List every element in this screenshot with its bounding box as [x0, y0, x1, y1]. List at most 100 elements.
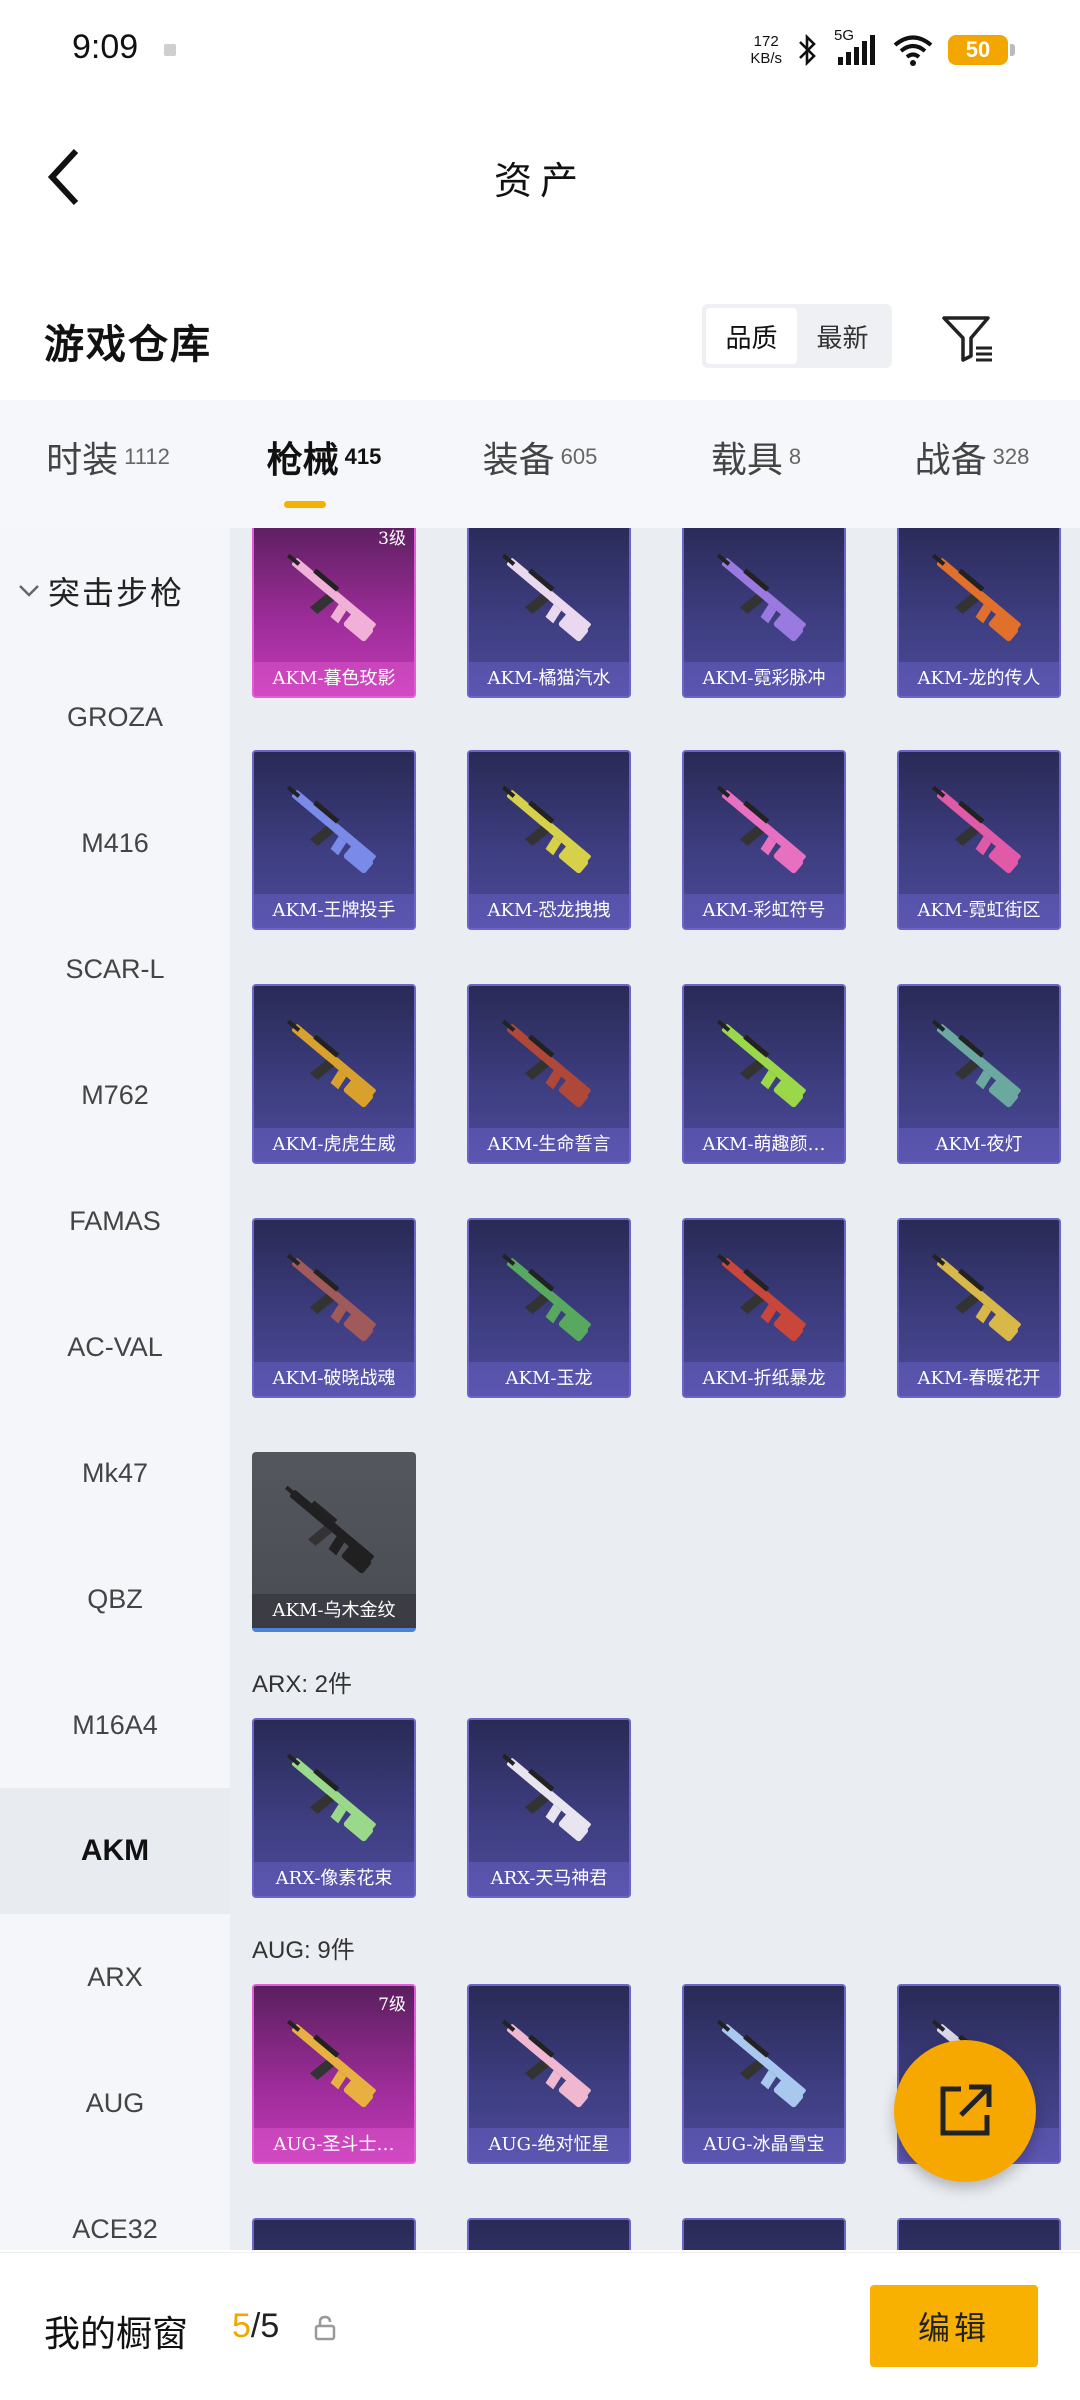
skin-card-akm[interactable]: AKM-王牌投手 — [252, 750, 416, 930]
skin-name: AKM-折纸暴龙 — [684, 1362, 844, 1396]
filter-icon — [942, 316, 992, 362]
showcase-count: 5/5 — [232, 2307, 280, 2345]
skin-card-partial[interactable] — [252, 2218, 416, 2250]
status-icons: 172 KB/s 5G 50 — [750, 26, 1015, 74]
page-title: 资产 — [493, 159, 586, 203]
net-speed: 172 KB/s — [750, 33, 782, 67]
skin-name: AKM-暮色玫影 — [254, 662, 414, 696]
skin-name: AKM-龙的传人 — [899, 662, 1059, 696]
skin-card-akm[interactable]: AKM-春暖花开 — [897, 1218, 1061, 1398]
skin-name: AUG-冰晶雪宝 — [684, 2128, 844, 2162]
battery-indicator: 50 — [948, 35, 1015, 65]
skin-card-akm[interactable]: AKM-霓彩脉冲 — [682, 528, 846, 698]
sidebar-item-scar-l[interactable]: SCAR-L — [0, 906, 230, 1032]
showcase-bar: 我的橱窗 5/5 编辑 — [0, 2252, 1080, 2400]
skin-card-akm[interactable]: AKM-橘猫汽水 — [467, 528, 631, 698]
weapon-skin-grid: 3级 AKM-暮色玫影 AKM-橘猫汽水 AKM-霓彩脉冲 AKM-龙的传人 AKM-王牌… — [230, 528, 1080, 2250]
edit-button[interactable]: 编辑 — [870, 2285, 1038, 2367]
skin-card-aug[interactable]: AUG-绝对怔星 — [467, 1984, 631, 2164]
weapon-image — [286, 1253, 376, 1342]
sidebar-item-m416[interactable]: M416 — [0, 780, 230, 906]
external-link-icon — [940, 2084, 992, 2136]
showcase-label: 我的橱窗 — [44, 2314, 189, 2355]
skin-card-akm[interactable]: AKM-恐龙拽拽 — [467, 750, 631, 930]
sort-by-newest-button[interactable]: 最新 — [797, 308, 888, 364]
chevron-down-icon — [19, 585, 39, 597]
app-header: 资产 — [0, 100, 1080, 250]
skin-card-aug[interactable]: AUG-冰晶雪宝 — [682, 1984, 846, 2164]
group-label-arx: ARX: 2件 — [252, 1671, 353, 1698]
skin-name: AKM-橘猫汽水 — [469, 662, 629, 696]
sidebar-item-qbz[interactable]: QBZ — [0, 1536, 230, 1662]
filter-button[interactable] — [938, 308, 998, 368]
skin-card-akm[interactable]: AKM-生命誓言 — [467, 984, 631, 1164]
tab-fashion[interactable]: 时装 1112 — [0, 400, 216, 528]
tab-equipment[interactable]: 装备 605 — [432, 400, 648, 528]
skin-name: AKM-恐龙拽拽 — [469, 894, 629, 928]
skin-card-akm[interactable]: AKM-霓虹街区 — [897, 750, 1061, 930]
bluetooth-icon — [799, 33, 816, 67]
tab-battle-gear[interactable]: 战备 328 — [864, 400, 1080, 528]
weapon-image — [286, 2019, 376, 2108]
weapon-image — [716, 2019, 806, 2108]
skin-name: AKM-夜灯 — [899, 1128, 1059, 1162]
skin-card-partial[interactable] — [467, 2218, 631, 2250]
sidebar-item-groza[interactable]: GROZA — [0, 654, 230, 780]
weapon-image — [501, 553, 591, 642]
weapon-image — [931, 1253, 1021, 1342]
skin-card-akm[interactable]: AKM-破晓战魂 — [252, 1218, 416, 1398]
skin-card-partial[interactable] — [897, 2218, 1061, 2250]
skin-card-akm[interactable]: AKM-龙的传人 — [897, 528, 1061, 698]
sidebar-item-mk47[interactable]: Mk47 — [0, 1410, 230, 1536]
skin-name: AKM-彩虹符号 — [684, 894, 844, 928]
tab-firearms[interactable]: 枪械 415 — [216, 400, 432, 528]
sidebar-item-famas[interactable]: FAMAS — [0, 1158, 230, 1284]
skin-card-akm[interactable]: AKM-乌木金纹 — [252, 1452, 416, 1632]
active-tab-indicator — [284, 501, 326, 508]
skin-name: AKM-霓虹街区 — [899, 894, 1059, 928]
skin-name: ARX-天马神君 — [469, 1862, 629, 1896]
sidebar-item-akm[interactable]: AKM — [0, 1788, 230, 1914]
skin-name: AKM-乌木金纹 — [252, 1594, 416, 1628]
sort-by-quality-button[interactable]: 品质 — [706, 308, 797, 364]
level-badge: 3级 — [378, 529, 406, 549]
sidebar-item-ace32[interactable]: ACE32 — [0, 2166, 230, 2250]
skin-card-akm[interactable]: AKM-夜灯 — [897, 984, 1061, 1164]
weapon-sidebar: 突击步枪 GROZA M416 SCAR-L M762 FAMAS AC-VAL… — [0, 528, 230, 2250]
skin-card-aug[interactable]: 7级 AUG-圣斗士… — [252, 1984, 416, 2164]
weapon-image — [931, 1019, 1021, 1108]
skin-card-akm[interactable]: AKM-萌趣颜… — [682, 984, 846, 1164]
share-button[interactable] — [894, 2040, 1036, 2182]
sidebar-category-assault-rifles[interactable]: 突击步枪 — [0, 528, 230, 654]
skin-card-arx[interactable]: ARX-像素花束 — [252, 1718, 416, 1898]
skin-name: AKM-玉龙 — [469, 1362, 629, 1396]
weapon-image — [501, 1253, 591, 1342]
skin-card-akm[interactable]: AKM-折纸暴龙 — [682, 1218, 846, 1398]
weapon-image — [501, 785, 591, 874]
cellular-signal-icon: 5G — [834, 27, 878, 67]
skin-card-akm[interactable]: AKM-虎虎生威 — [252, 984, 416, 1164]
level-badge: 7级 — [378, 1995, 406, 2015]
skin-name: AUG-绝对怔星 — [469, 2128, 629, 2162]
sidebar-item-arx[interactable]: ARX — [0, 1914, 230, 2040]
sidebar-item-m16a4[interactable]: M16A4 — [0, 1662, 230, 1788]
skin-card-akm[interactable]: 3级 AKM-暮色玫影 — [252, 528, 416, 698]
skin-name: AKM-虎虎生威 — [254, 1128, 414, 1162]
weapon-image — [286, 553, 376, 642]
skin-card-akm[interactable]: AKM-彩虹符号 — [682, 750, 846, 930]
skin-card-arx[interactable]: ARX-天马神君 — [467, 1718, 631, 1898]
skin-name: AKM-萌趣颜… — [684, 1128, 844, 1162]
category-tabs: 时装 1112 枪械 415 装备 605 载具 8 战备 328 — [0, 400, 1080, 528]
skin-card-akm[interactable]: AKM-玉龙 — [467, 1218, 631, 1398]
sidebar-item-ac-val[interactable]: AC-VAL — [0, 1284, 230, 1410]
section-title: 游戏仓库 — [44, 321, 212, 368]
skin-name: AKM-王牌投手 — [254, 894, 414, 928]
sidebar-item-m762[interactable]: M762 — [0, 1032, 230, 1158]
status-time: 9:09 — [72, 28, 139, 66]
weapon-image — [501, 2019, 591, 2108]
sidebar-item-aug[interactable]: AUG — [0, 2040, 230, 2166]
tab-vehicles[interactable]: 载具 8 — [648, 400, 864, 528]
weapon-image — [931, 785, 1021, 874]
skin-card-partial[interactable] — [682, 2218, 846, 2250]
weapon-image — [284, 1485, 374, 1574]
